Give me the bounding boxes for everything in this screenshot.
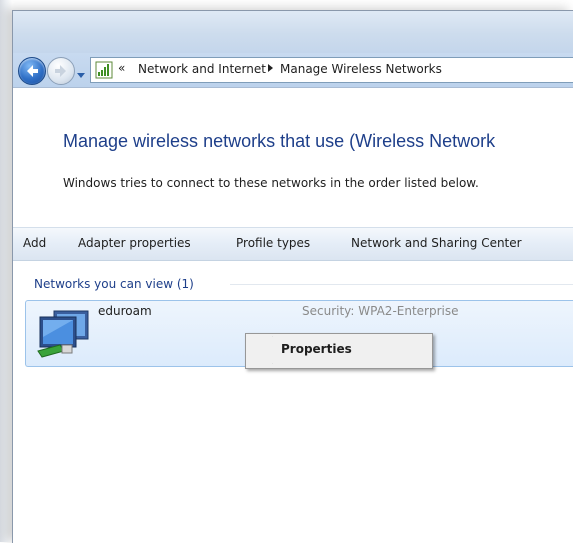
network-name: eduroam [98,304,152,318]
network-security: Security: WPA2-Enterprise [302,304,459,318]
breadcrumb-overflow[interactable]: « [118,61,125,75]
add-button[interactable]: Add [23,236,46,250]
context-menu: Properties [245,333,433,369]
page-description: Windows tries to connect to these networ… [63,176,479,190]
wireless-network-profile-icon [37,310,89,358]
forward-arrow-icon [55,65,66,77]
forward-button[interactable] [47,57,75,85]
breadcrumb-separator-icon[interactable] [268,64,273,72]
menu-item-label: Properties [281,342,352,356]
main-content: Manage wireless networks that use (Wirel… [13,88,573,543]
recent-pages-button[interactable] [76,65,86,78]
title-bar [13,11,573,53]
networks-group-header[interactable]: Networks you can view (1) [34,277,194,291]
command-bar: Add Adapter properties Profile types Net… [13,227,573,261]
adapter-properties-button[interactable]: Adapter properties [78,236,191,250]
navigation-bar: « Network and Internet Manage Wireless N… [13,53,573,88]
page-title: Manage wireless networks that use (Wirel… [63,131,496,151]
menu-item-properties[interactable]: Properties [249,337,427,363]
breadcrumb-network-and-internet[interactable]: Network and Internet [138,62,266,76]
profile-types-button[interactable]: Profile types [236,236,310,250]
control-panel-window: « Network and Internet Manage Wireless N… [12,10,573,543]
network-sharing-center-button[interactable]: Network and Sharing Center [351,236,522,250]
breadcrumb-manage-wireless-networks[interactable]: Manage Wireless Networks [280,62,442,76]
network-signal-bars-icon [95,61,113,79]
address-bar[interactable]: « Network and Internet Manage Wireless N… [90,57,573,83]
back-arrow-icon [27,65,38,77]
dropdown-triangle-icon [77,73,85,78]
group-divider [230,284,573,285]
back-button[interactable] [18,57,46,85]
